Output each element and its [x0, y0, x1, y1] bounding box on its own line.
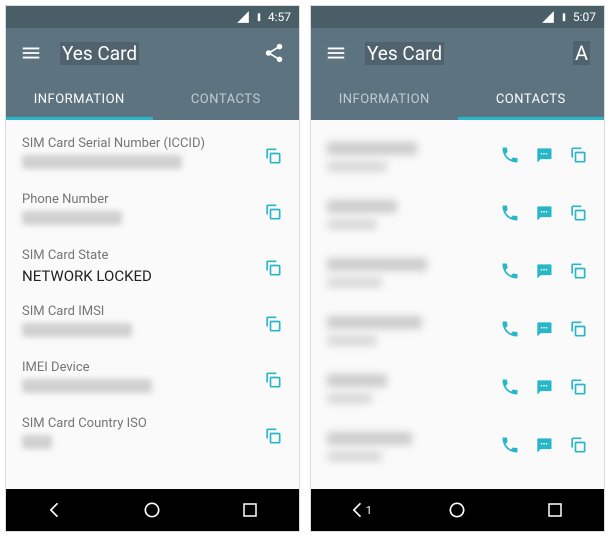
copy-icon[interactable]: [263, 314, 283, 338]
nav-back[interactable]: 1: [330, 489, 390, 531]
contact-row[interactable]: [311, 244, 604, 302]
call-icon[interactable]: [500, 435, 520, 459]
app-title: Yes Card: [60, 42, 263, 65]
share-icon[interactable]: [263, 42, 285, 64]
info-label: SIM Card Country ISO: [22, 416, 283, 431]
copy-icon[interactable]: [263, 426, 283, 450]
contact-actions: [500, 435, 588, 459]
info-row: IMEI Device: [6, 352, 299, 408]
app-title: Yes Card: [365, 42, 573, 65]
contact-row[interactable]: [311, 128, 604, 186]
app-bar: Yes Card: [6, 28, 299, 78]
info-row: SIM Card State NETWORK LOCKED: [6, 240, 299, 296]
copy-icon[interactable]: [568, 145, 588, 169]
info-value: NETWORK LOCKED: [22, 267, 283, 285]
sms-icon[interactable]: [534, 145, 554, 169]
call-icon[interactable]: [500, 319, 520, 343]
menu-icon[interactable]: [20, 42, 42, 64]
contacts-list: [311, 120, 604, 489]
contact-row[interactable]: [311, 302, 604, 360]
nav-home[interactable]: [122, 489, 182, 531]
info-row: SIM Card Serial Number (ICCID): [6, 128, 299, 184]
contact-actions: [500, 377, 588, 401]
contact-name: [327, 432, 500, 462]
tab-information[interactable]: INFORMATION: [6, 78, 153, 120]
info-value: [22, 323, 283, 341]
info-label: Phone Number: [22, 192, 283, 207]
phone-left: 4:57 Yes Card INFORMATION CONTACTS SIM C…: [5, 5, 300, 532]
info-value: [22, 211, 283, 229]
info-value: [22, 155, 283, 173]
copy-icon[interactable]: [568, 261, 588, 285]
copy-icon[interactable]: [263, 258, 283, 282]
status-bar: 4:57: [6, 6, 299, 28]
copy-icon[interactable]: [568, 319, 588, 343]
info-value: [22, 379, 283, 397]
contact-name: [327, 258, 500, 288]
signal-icon: [541, 10, 555, 24]
contact-actions: [500, 261, 588, 285]
nav-home[interactable]: [427, 489, 487, 531]
info-label: SIM Card Serial Number (ICCID): [22, 136, 283, 151]
battery-icon: [559, 10, 569, 24]
sms-icon[interactable]: [534, 203, 554, 227]
contact-actions: [500, 203, 588, 227]
phone-right: 5:07 Yes Card A INFORMATION CONTACTS 1: [310, 5, 605, 532]
call-icon[interactable]: [500, 203, 520, 227]
copy-icon[interactable]: [568, 203, 588, 227]
contact-row[interactable]: [311, 418, 604, 476]
battery-icon: [254, 10, 264, 24]
tab-information[interactable]: INFORMATION: [311, 78, 458, 120]
call-icon[interactable]: [500, 261, 520, 285]
nav-back[interactable]: [25, 489, 85, 531]
nav-bar: 1: [311, 489, 604, 531]
contact-row[interactable]: [311, 360, 604, 418]
app-bar: Yes Card A: [311, 28, 604, 78]
status-time: 4:57: [268, 10, 291, 24]
copy-icon[interactable]: [568, 435, 588, 459]
info-row: Phone Number: [6, 184, 299, 240]
contact-name: [327, 200, 500, 230]
contact-name: [327, 316, 500, 346]
contact-row[interactable]: [311, 186, 604, 244]
copy-icon[interactable]: [263, 370, 283, 394]
copy-icon[interactable]: [263, 202, 283, 226]
menu-icon[interactable]: [325, 42, 347, 64]
tabs: INFORMATION CONTACTS: [6, 78, 299, 120]
contact-actions: [500, 319, 588, 343]
info-row: SIM Card IMSI: [6, 296, 299, 352]
copy-icon[interactable]: [263, 146, 283, 170]
tab-contacts[interactable]: CONTACTS: [153, 78, 300, 120]
status-time: 5:07: [573, 10, 596, 24]
sms-icon[interactable]: [534, 377, 554, 401]
tabs: INFORMATION CONTACTS: [311, 78, 604, 120]
info-label: SIM Card IMSI: [22, 304, 283, 319]
contact-name: [327, 142, 500, 172]
info-label: SIM Card State: [22, 248, 283, 263]
nav-recent[interactable]: [525, 489, 585, 531]
info-row: SIM Card Country ISO: [6, 408, 299, 464]
action-letter[interactable]: A: [573, 41, 590, 65]
contact-actions: [500, 145, 588, 169]
sms-icon[interactable]: [534, 261, 554, 285]
signal-icon: [236, 10, 250, 24]
info-list: SIM Card Serial Number (ICCID) Phone Numb…: [6, 120, 299, 489]
info-value: [22, 435, 283, 453]
nav-recent[interactable]: [220, 489, 280, 531]
sms-icon[interactable]: [534, 319, 554, 343]
call-icon[interactable]: [500, 145, 520, 169]
copy-icon[interactable]: [568, 377, 588, 401]
status-bar: 5:07: [311, 6, 604, 28]
call-icon[interactable]: [500, 377, 520, 401]
contact-name: [327, 374, 500, 404]
nav-bar: [6, 489, 299, 531]
sms-icon[interactable]: [534, 435, 554, 459]
tab-contacts[interactable]: CONTACTS: [458, 78, 605, 120]
info-label: IMEI Device: [22, 360, 283, 375]
